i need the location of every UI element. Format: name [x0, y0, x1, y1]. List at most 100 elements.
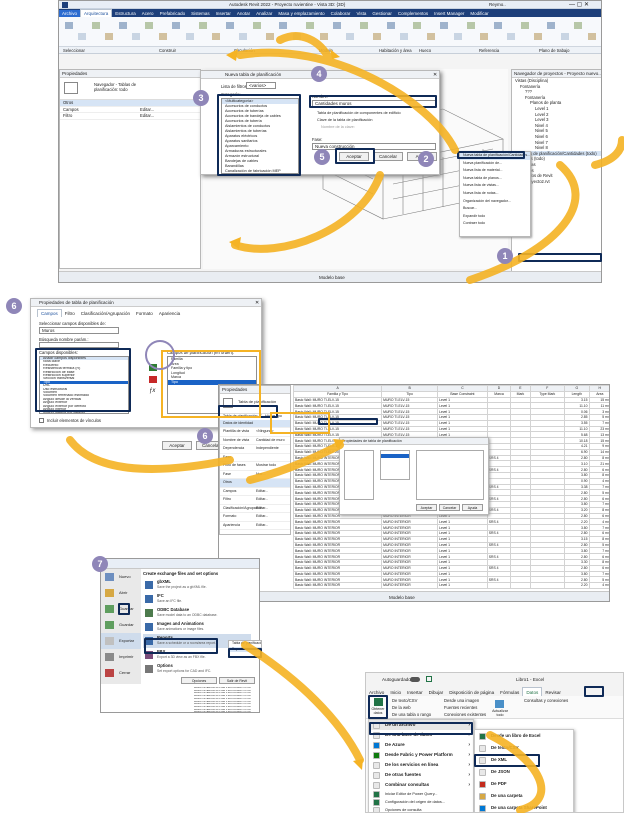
- ribbon-tool-icon[interactable]: [493, 22, 502, 29]
- export-bottom-button[interactable]: Salir de Revit: [219, 677, 255, 684]
- ribbon-tool-icon[interactable]: [91, 22, 100, 29]
- ribbon-tool-icon[interactable]: [560, 33, 569, 40]
- ribbon-tool-icon[interactable]: [440, 22, 449, 29]
- from-file-item[interactable]: De una carpeta: [475, 790, 573, 802]
- props-row-value[interactable]: Editar...: [256, 505, 268, 513]
- revit-tab[interactable]: Modificar: [467, 10, 491, 17]
- ribbon-tool-icon[interactable]: [319, 33, 328, 40]
- table-cell[interactable]: [510, 582, 531, 589]
- ribbon-tool-icon[interactable]: [225, 22, 234, 29]
- ribbon-tool-icon[interactable]: [333, 22, 341, 29]
- ribbon-tool-icon[interactable]: [252, 22, 261, 29]
- context-menu-item[interactable]: Nueva tabla de planos...: [460, 175, 530, 183]
- get-data-menu-item[interactable]: Combinar consultas ›: [369, 780, 473, 790]
- revit-tab[interactable]: Prefabricado: [157, 10, 189, 17]
- excel-ribbon-button[interactable]: Conexiones existentes: [444, 712, 486, 717]
- window-controls-icon[interactable]: — ▢ ✕: [569, 1, 589, 8]
- excel-ribbon-button[interactable]: Desde una imagen: [444, 698, 479, 703]
- ribbon-tool-icon[interactable]: [279, 22, 288, 29]
- revit-tab[interactable]: Complementos: [395, 10, 431, 17]
- ribbon-tool-icon[interactable]: [373, 33, 382, 40]
- ribbon-tool-icon[interactable]: [346, 33, 355, 40]
- from-file-item[interactable]: De una carpeta SharePoint: [475, 802, 573, 812]
- revit-tab[interactable]: Sistemas: [188, 10, 213, 17]
- export-left-item[interactable]: Guardar como: [101, 617, 141, 643]
- revit-tab[interactable]: Insert Manager: [431, 10, 467, 17]
- inner-list-right[interactable]: [416, 450, 484, 500]
- export-option[interactable]: Images and Animations Save animations or …: [143, 620, 251, 634]
- get-data-menu-item[interactable]: Configuración del origen de datos...: [369, 798, 473, 806]
- ribbon-tool-icon[interactable]: [158, 33, 167, 40]
- remove-field-icon[interactable]: [149, 376, 157, 383]
- ribbon-tool-icon[interactable]: [266, 33, 274, 40]
- revit-tab[interactable]: Colaborar: [328, 10, 354, 17]
- revit-tab[interactable]: Anotar: [234, 10, 253, 17]
- export-option[interactable]: Options Set export options for CAD and IF…: [143, 662, 251, 676]
- table-cell[interactable]: 2.20: [564, 582, 590, 589]
- table-cell[interactable]: 4 m²: [588, 582, 609, 589]
- props-tab[interactable]: Campos: [37, 309, 62, 317]
- excel-big-button[interactable]: Actualizar todo: [490, 700, 510, 717]
- edit-button[interactable]: Editar...: [140, 107, 154, 113]
- context-menu-item[interactable]: Nueva lista de material...: [460, 167, 530, 175]
- ribbon-tool-icon[interactable]: [574, 22, 583, 29]
- props-tab[interactable]: Filtro: [62, 310, 78, 317]
- inner-list-left[interactable]: [344, 450, 374, 500]
- table-row[interactable]: Basic Wall: MURO INTERIORMURO INTERIORLe…: [293, 582, 609, 589]
- context-menu-item[interactable]: Nueva lista de vistas...: [460, 182, 530, 190]
- revit-tab[interactable]: Estructura: [112, 10, 139, 17]
- ribbon-tool-icon[interactable]: [132, 33, 140, 40]
- export-left-item[interactable]: Cerrar: [101, 665, 141, 681]
- export-option[interactable]: gbXML Save the project as a gbXML file.: [143, 578, 251, 592]
- ribbon-tool-icon[interactable]: [306, 22, 315, 29]
- ribbon-tool-icon[interactable]: [467, 22, 475, 29]
- ribbon-tool-icon[interactable]: [386, 22, 395, 29]
- revit-tab[interactable]: Acero: [139, 10, 157, 17]
- ribbon-tool-icon[interactable]: [520, 22, 529, 29]
- export-left-item[interactable]: Exportar: [101, 633, 141, 649]
- inner-list-mid[interactable]: [380, 450, 410, 480]
- props-row-value[interactable]: Editar...: [256, 513, 268, 521]
- export-left-item[interactable]: Abrir: [101, 585, 141, 601]
- revit-tab[interactable]: Arquitectura: [80, 9, 113, 17]
- ribbon-tool-icon[interactable]: [185, 33, 194, 40]
- ribbon-tool-icon[interactable]: [547, 22, 556, 29]
- ribbon-tool-icon[interactable]: [105, 33, 114, 40]
- revit-tab[interactable]: Vista: [353, 10, 369, 17]
- inner-dialog-button[interactable]: Cancelar: [439, 504, 460, 511]
- select-from-dropdown[interactable]: Muros: [39, 327, 119, 334]
- ribbon-tool-icon[interactable]: [480, 33, 489, 40]
- context-menu-item[interactable]: Contraer todo: [460, 220, 530, 228]
- inner-selected-row[interactable]: [381, 454, 409, 458]
- ribbon-tool-icon[interactable]: [400, 33, 408, 40]
- revit-tab[interactable]: Analizar: [253, 10, 275, 17]
- ribbon-tool-icon[interactable]: [118, 22, 127, 29]
- props-tab[interactable]: Apariencia: [156, 310, 183, 317]
- ribbon-tool-icon[interactable]: [453, 33, 462, 40]
- ribbon-tool-icon[interactable]: [413, 22, 422, 29]
- filter-dropdown[interactable]: <varios>: [246, 82, 276, 89]
- ribbon-tool-icon[interactable]: [426, 33, 435, 40]
- get-data-menu-item[interactable]: De otras fuentes ›: [369, 770, 473, 780]
- autosave-toggle[interactable]: [410, 677, 420, 682]
- export-bottom-button[interactable]: Opciones: [181, 677, 217, 684]
- table-cell[interactable]: MURO INTERIOR: [381, 582, 439, 589]
- cancel-button[interactable]: Cancelar: [373, 152, 403, 161]
- inner-dialog-button[interactable]: Ayuda: [462, 504, 483, 511]
- ribbon-tool-icon[interactable]: [172, 22, 181, 29]
- ribbon-tool-icon[interactable]: [65, 22, 73, 29]
- context-menu-item[interactable]: Nueva lista de notas...: [460, 190, 530, 198]
- ribbon-tool-icon[interactable]: [359, 22, 368, 29]
- table-cell[interactable]: Basic Wall: MURO INTERIOR: [293, 582, 383, 589]
- get-data-menu-item[interactable]: Iniciar Editor de Power Query...: [369, 790, 473, 798]
- get-data-menu-item[interactable]: Opciones de consulta: [369, 806, 473, 812]
- save-icon[interactable]: [426, 676, 432, 682]
- ribbon-tool-icon[interactable]: [292, 33, 301, 40]
- props-tab[interactable]: Clasificación/Agrupación: [78, 310, 133, 317]
- props-row-value[interactable]: Editar...: [256, 496, 268, 504]
- ribbon-tool-icon[interactable]: [199, 22, 207, 29]
- ribbon-tool-icon[interactable]: [534, 33, 542, 40]
- props-row-value[interactable]: Editar...: [256, 522, 268, 530]
- revit-tab[interactable]: Archivo: [59, 10, 81, 17]
- export-left-item[interactable]: Imprimir: [101, 649, 141, 665]
